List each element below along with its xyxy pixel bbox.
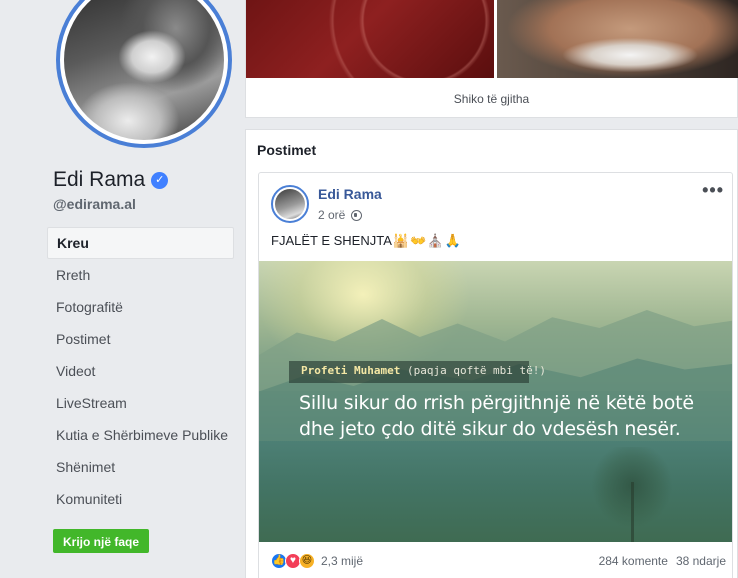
posts-section: Postimet Edi Rama 2 orë ••• FJALËT E SHE… [245, 129, 738, 578]
nav-item-kreu[interactable]: Kreu [47, 227, 234, 259]
page-sidebar: Edi Rama ✓ @edirama.al Kreu Rreth Fotogr… [0, 0, 245, 578]
nav-item-livestream[interactable]: LiveStream [47, 387, 234, 419]
avatar [275, 189, 305, 219]
page-handle[interactable]: @edirama.al [53, 196, 136, 212]
engagement-counts: 284 komente 38 ndarje [591, 554, 726, 568]
photos-card: Shiko të gjitha [245, 0, 738, 118]
posts-heading: Postimet [257, 142, 317, 158]
nav-item-postimet[interactable]: Postimet [47, 323, 234, 355]
page-name-row: Edi Rama ✓ [53, 168, 169, 192]
quote-attribution-paren: (paqja qoftë mbi të!) [406, 364, 547, 377]
reaction-count[interactable]: 2,3 mijë [321, 554, 363, 568]
nav-item-videot[interactable]: Videot [47, 355, 234, 387]
profile-photo [64, 0, 224, 140]
quote-attribution-name: Profeti Muhamet [301, 364, 401, 377]
page-nav: Kreu Rreth Fotografitë Postimet Videot L… [47, 227, 234, 515]
page-title[interactable]: Edi Rama [53, 168, 145, 192]
haha-reaction-icon: 😆 [299, 553, 315, 569]
globe-icon [351, 209, 363, 221]
post-emojis: 🕌👐⛪🙏 [392, 233, 462, 248]
verified-badge-icon: ✓ [151, 171, 169, 189]
post-footer: 👍 ♥ 😆 2,3 mijë 284 komente 38 ndarje [259, 542, 732, 578]
quote-attribution: Profeti Muhamet (paqja qoftë mbi të!) [301, 364, 546, 377]
post-image[interactable]: Profeti Muhamet (paqja qoftë mbi të!) Si… [259, 261, 732, 542]
post-author-avatar[interactable] [271, 185, 309, 223]
see-all-photos-link[interactable]: Shiko të gjitha [246, 92, 737, 106]
profile-avatar[interactable] [56, 0, 232, 148]
create-page-button[interactable]: Krijo një faqe [53, 529, 150, 553]
quote-line-1: Sillu sikur do rrish përgjithnjë në këtë… [299, 392, 694, 414]
photo-thumbnail[interactable] [497, 0, 738, 78]
nav-item-shenimet[interactable]: Shënimet [47, 451, 234, 483]
shares-count[interactable]: 38 ndarje [676, 554, 726, 568]
nav-item-komuniteti[interactable]: Komuniteti [47, 483, 234, 515]
quote-line-2: dhe jeto çdo ditë sikur do vdesësh nesër… [299, 418, 681, 440]
comments-count[interactable]: 284 komente [599, 554, 668, 568]
nav-item-kutia-sherbimeve[interactable]: Kutia e Shërbimeve Publike [47, 419, 234, 451]
photo-thumbnail[interactable] [246, 0, 494, 78]
nav-item-rreth[interactable]: Rreth [47, 259, 234, 291]
post-meta: 2 orë [318, 208, 363, 222]
image-tree-trunk [631, 482, 634, 542]
nav-item-fotografite[interactable]: Fotografitë [47, 291, 234, 323]
more-options-icon[interactable]: ••• [702, 181, 724, 199]
post-text: FJALËT E SHENJTA🕌👐⛪🙏 [271, 233, 462, 249]
post-timestamp[interactable]: 2 orë [318, 208, 345, 222]
post-author-name[interactable]: Edi Rama [318, 186, 382, 202]
post-text-body: FJALËT E SHENJTA [271, 233, 392, 248]
reactions-summary[interactable]: 👍 ♥ 😆 2,3 mijë [271, 553, 363, 569]
post-card: Edi Rama 2 orë ••• FJALËT E SHENJTA🕌👐⛪🙏 … [258, 172, 733, 578]
